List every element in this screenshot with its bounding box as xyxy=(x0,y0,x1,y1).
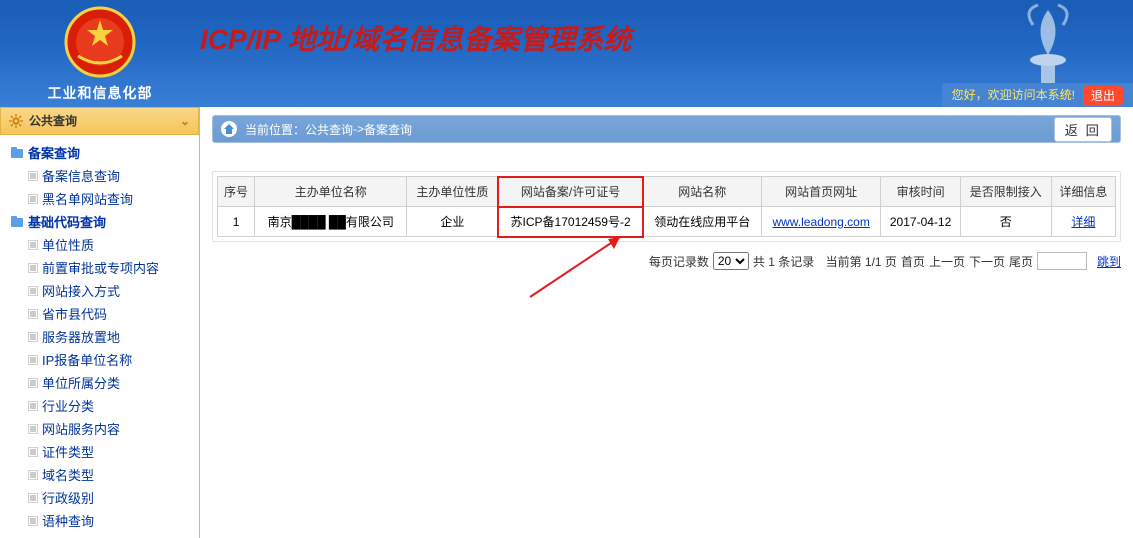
folder-icon xyxy=(10,215,24,229)
emblem-label: 工业和信息化部 xyxy=(0,83,200,103)
breadcrumb: 当前位置： 公共查询 -> 备案查询 返 回 xyxy=(212,115,1121,143)
pager-perpage-select[interactable]: 20 xyxy=(713,252,749,270)
col-header-5: 网站首页网址 xyxy=(761,177,881,207)
sidebar-group-label: 基础代码查询 xyxy=(28,212,106,231)
result-table: 序号主办单位名称主办单位性质网站备案/许可证号网站名称网站首页网址审核时间是否限… xyxy=(217,176,1116,237)
col-header-4: 网站名称 xyxy=(643,177,761,207)
list-icon xyxy=(28,309,38,319)
emblem-block: 工业和信息化部 xyxy=(0,0,200,103)
col-header-8: 详细信息 xyxy=(1051,177,1115,207)
sidebar-item-code-5[interactable]: IP报备单位名称 xyxy=(26,348,195,371)
sidebar-item-code-2[interactable]: 网站接入方式 xyxy=(26,279,195,302)
col-header-7: 是否限制接入 xyxy=(960,177,1051,207)
list-icon xyxy=(28,263,38,273)
cell: www.leadong.com xyxy=(761,207,881,237)
sidebar-item-code-12[interactable]: 语种查询 xyxy=(26,509,195,532)
chevron-down-icon: ⌄ xyxy=(180,107,190,135)
breadcrumb-path1[interactable]: 公共查询 xyxy=(305,121,353,138)
cell: 企业 xyxy=(407,207,498,237)
table-row: 1南京████ ██有限公司企业苏ICP备17012459号-2领动在线应用平台… xyxy=(218,207,1116,237)
list-icon xyxy=(28,401,38,411)
cell: 南京████ ██有限公司 xyxy=(255,207,407,237)
title-wrap: ICP/IP 地址/域名信息备案管理系统 xyxy=(200,0,1133,58)
app-header: 工业和信息化部 ICP/IP 地址/域名信息备案管理系统 您好，欢迎访问本系统!… xyxy=(0,0,1133,107)
sidebar-group-label: 备案查询 xyxy=(28,143,80,162)
list-icon xyxy=(28,424,38,434)
sidebar: 公共查询 ⌄ 备案查询 备案信息查询 黑名单网站查询 基础代码查询 单位性质前置… xyxy=(0,107,200,538)
list-icon xyxy=(28,378,38,388)
breadcrumb-path2[interactable]: 备案查询 xyxy=(364,121,412,138)
sidebar-tree: 备案查询 备案信息查询 黑名单网站查询 基础代码查询 单位性质前置审批或专项内容… xyxy=(0,135,199,538)
return-button[interactable]: 返 回 xyxy=(1054,117,1112,142)
home-icon[interactable] xyxy=(221,121,237,137)
result-panel: 序号主办单位名称主办单位性质网站备案/许可证号网站名称网站首页网址审核时间是否限… xyxy=(212,171,1121,242)
list-icon xyxy=(28,516,38,526)
cell: 2017-04-12 xyxy=(881,207,960,237)
welcome-bar: 您好，欢迎访问本系统! 退出 xyxy=(942,83,1133,107)
list-icon xyxy=(28,355,38,365)
cell: 详细 xyxy=(1051,207,1115,237)
cell: 领动在线应用平台 xyxy=(643,207,761,237)
welcome-text: 您好，欢迎访问本系统! xyxy=(952,83,1075,107)
pager-last[interactable]: 尾页 xyxy=(1009,253,1033,270)
list-icon xyxy=(28,493,38,503)
list-icon xyxy=(28,447,38,457)
sidebar-item-code-9[interactable]: 证件类型 xyxy=(26,440,195,463)
sidebar-item-code-11[interactable]: 行政级别 xyxy=(26,486,195,509)
breadcrumb-prefix: 当前位置： xyxy=(245,121,305,138)
pager-perpage-label: 每页记录数 xyxy=(649,253,709,270)
pager-next[interactable]: 下一页 xyxy=(969,253,1005,270)
pager-page-input[interactable] xyxy=(1037,252,1087,270)
sidebar-head[interactable]: 公共查询 ⌄ xyxy=(0,107,199,135)
pager-prev[interactable]: 上一页 xyxy=(929,253,965,270)
list-icon xyxy=(28,286,38,296)
sidebar-head-label: 公共查询 xyxy=(29,107,77,135)
detail-link[interactable]: 详细 xyxy=(1071,215,1095,229)
content-area: 当前位置： 公共查询 -> 备案查询 返 回 序号主办单位名称主办单位性质网站备… xyxy=(200,107,1133,538)
list-icon xyxy=(28,470,38,480)
list-icon xyxy=(28,194,38,204)
col-header-2: 主办单位性质 xyxy=(407,177,498,207)
cell: 否 xyxy=(960,207,1051,237)
col-header-3: 网站备案/许可证号 xyxy=(498,177,643,207)
national-emblem-icon xyxy=(64,6,136,78)
cell: 苏ICP备17012459号-2 xyxy=(498,207,643,237)
pager-total: 共 1 条记录 xyxy=(753,253,814,270)
sidebar-item-code-8[interactable]: 网站服务内容 xyxy=(26,417,195,440)
col-header-6: 审核时间 xyxy=(881,177,960,207)
page-title: ICP/IP 地址/域名信息备案管理系统 xyxy=(200,18,1133,58)
pager-first[interactable]: 首页 xyxy=(901,253,925,270)
folder-icon xyxy=(10,146,24,160)
pager-current: 当前第 1/1 页 xyxy=(826,253,897,270)
list-icon xyxy=(28,332,38,342)
sidebar-item-record-info-query[interactable]: 备案信息查询 xyxy=(26,164,195,187)
col-header-1: 主办单位名称 xyxy=(255,177,407,207)
list-icon xyxy=(28,171,38,181)
list-icon xyxy=(28,240,38,250)
cell: 1 xyxy=(218,207,255,237)
pager-jump[interactable]: 跳到 xyxy=(1097,253,1121,270)
sidebar-item-blacklist-query[interactable]: 黑名单网站查询 xyxy=(26,187,195,210)
logout-button[interactable]: 退出 xyxy=(1083,86,1123,105)
sidebar-item-code-7[interactable]: 行业分类 xyxy=(26,394,195,417)
gear-icon xyxy=(9,114,23,128)
sidebar-item-code-10[interactable]: 域名类型 xyxy=(26,463,195,486)
site-url-link[interactable]: www.leadong.com xyxy=(772,215,869,229)
breadcrumb-sep: -> xyxy=(353,122,364,136)
sidebar-item-code-1[interactable]: 前置审批或专项内容 xyxy=(26,256,195,279)
col-header-0: 序号 xyxy=(218,177,255,207)
sidebar-group-basic-code-query[interactable]: 基础代码查询 xyxy=(8,210,195,233)
sidebar-item-code-3[interactable]: 省市县代码 xyxy=(26,302,195,325)
sidebar-item-code-4[interactable]: 服务器放置地 xyxy=(26,325,195,348)
sidebar-item-code-0[interactable]: 单位性质 xyxy=(26,233,195,256)
sidebar-item-code-6[interactable]: 单位所属分类 xyxy=(26,371,195,394)
sidebar-group-record-query[interactable]: 备案查询 xyxy=(8,141,195,164)
pager: 每页记录数 20 共 1 条记录 当前第 1/1 页 首页 上一页 下一页 尾页… xyxy=(212,252,1121,270)
